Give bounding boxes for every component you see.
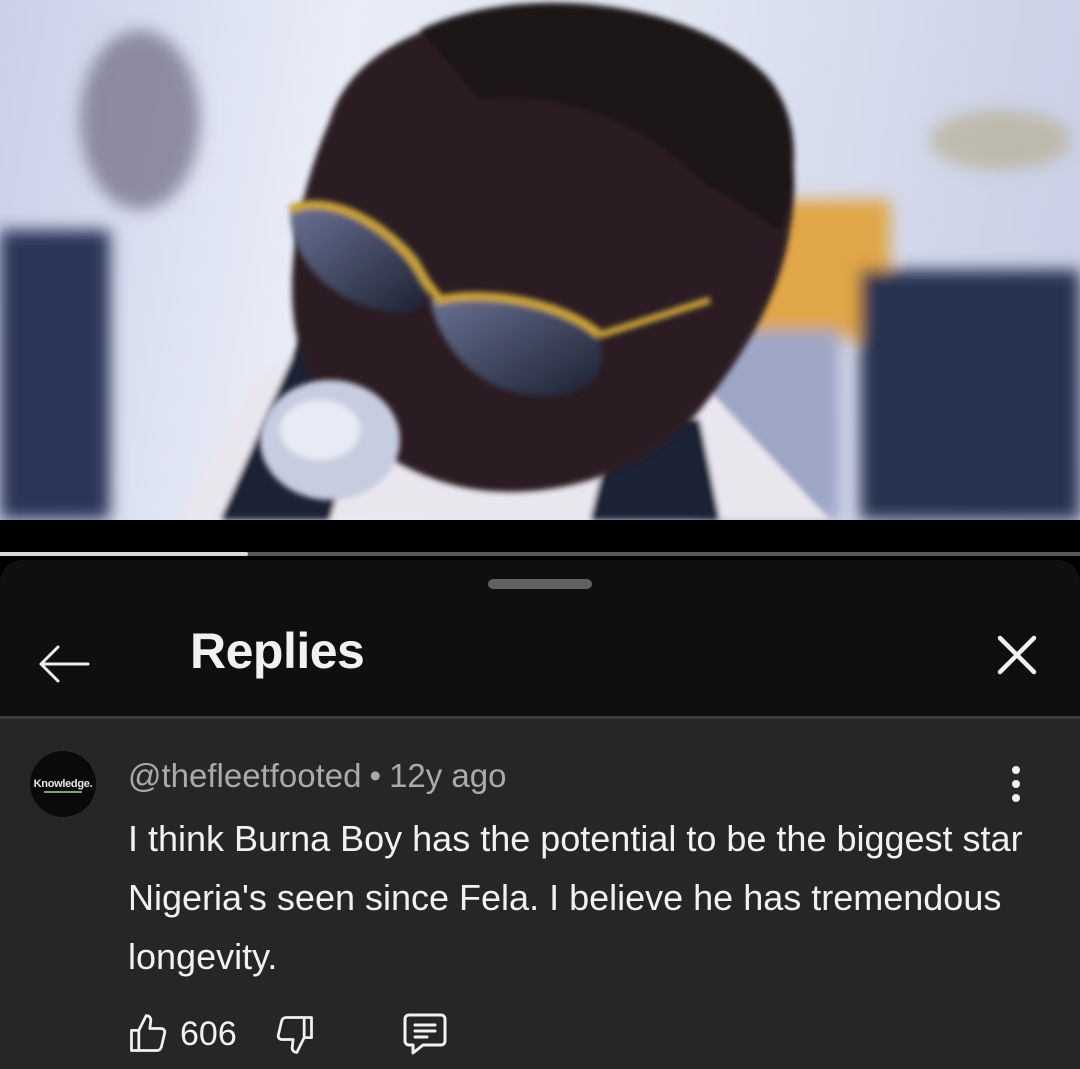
more-vert-icon-dot: [1012, 766, 1020, 774]
thumbs-down-icon: [276, 1016, 313, 1054]
avatar[interactable]: Knowledge.: [30, 751, 96, 817]
comment-timestamp: 12y ago: [389, 757, 507, 794]
video-bottom-band: [0, 520, 1080, 556]
panel-title: Replies: [190, 623, 365, 679]
meta-separator: •: [369, 757, 382, 794]
avatar-logo-underline: [44, 791, 82, 793]
like-count: 606: [180, 1014, 237, 1053]
close-button[interactable]: [982, 620, 1052, 690]
more-options-button[interactable]: [996, 759, 1036, 809]
thumbs-up-icon: [130, 1014, 167, 1052]
dislike-button[interactable]: [273, 1012, 317, 1056]
video-player[interactable]: [0, 0, 1080, 520]
close-icon: [997, 635, 1037, 675]
comment-icon: [403, 1013, 447, 1055]
comment-meta: @thefleetfooted • 12y ago: [128, 757, 507, 795]
like-button[interactable]: 606: [126, 1012, 237, 1056]
back-button[interactable]: [30, 630, 98, 698]
comment-author[interactable]: @thefleetfooted: [128, 757, 362, 794]
more-vert-icon-dot: [1012, 794, 1020, 802]
video-frame: [0, 2, 1080, 520]
comment-item: Knowledge. @thefleetfooted • 12y ago I thi…: [0, 719, 1080, 1069]
avatar-logo-text: Knowledge.: [33, 778, 93, 790]
more-vert-icon-dot: [1012, 780, 1020, 788]
arrow-left-icon: [39, 645, 90, 683]
drag-handle[interactable]: [488, 579, 592, 589]
replies-panel: Replies Knowledge. @thefleetfooted • 12y a…: [0, 560, 1080, 1069]
video-progress-bar[interactable]: [0, 552, 1080, 556]
comment-text: I think Burna Boy has the potential to b…: [128, 818, 1023, 977]
reply-button[interactable]: [401, 1011, 449, 1057]
video-progress-fill: [0, 552, 249, 556]
comment-actions: 606: [126, 1009, 449, 1059]
